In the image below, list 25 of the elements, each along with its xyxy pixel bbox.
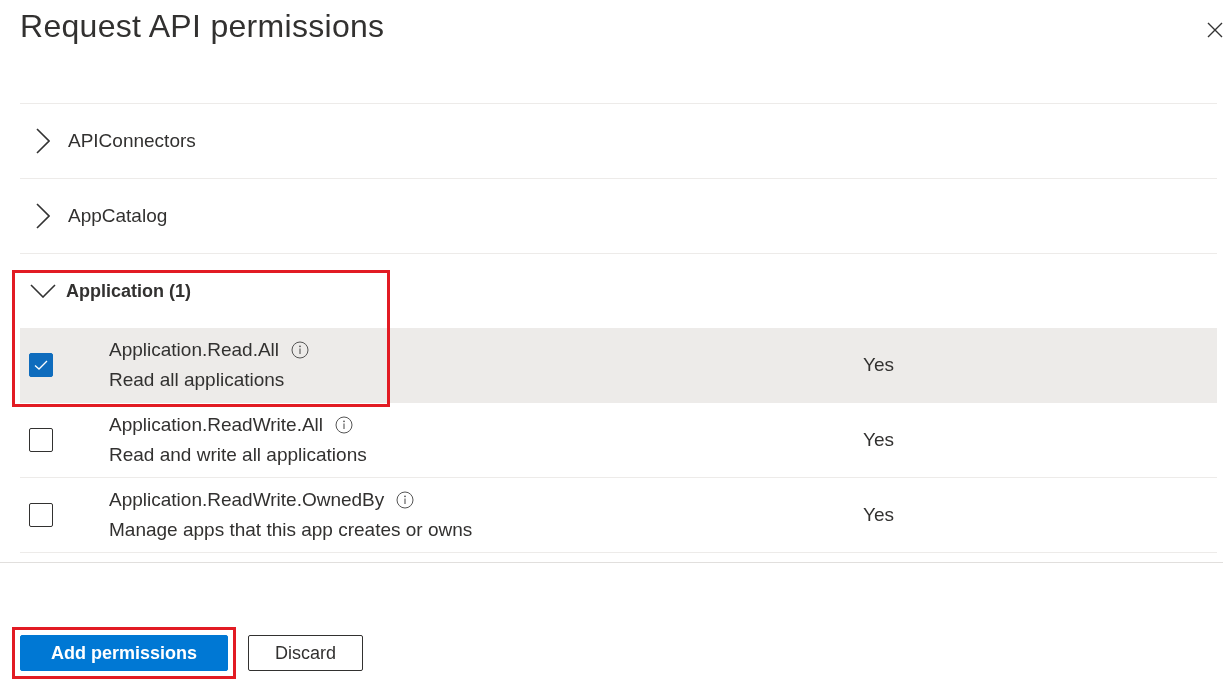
info-icon[interactable] (396, 491, 415, 509)
checkbox[interactable] (29, 503, 53, 527)
info-icon[interactable] (291, 341, 310, 359)
permission-name: Application.ReadWrite.OwnedBy (109, 489, 385, 511)
admin-consent-value: Yes (863, 429, 894, 451)
admin-consent-value: Yes (863, 504, 894, 526)
group-header[interactable]: APIConnectors (20, 104, 1217, 179)
group-header[interactable]: Application (1) (20, 254, 1217, 328)
permission-description: Manage apps that this app creates or owns (109, 519, 474, 541)
info-icon[interactable] (335, 416, 354, 434)
chevron-down-icon (30, 284, 56, 298)
admin-consent-value: Yes (863, 354, 894, 376)
add-button[interactable]: Add permissions (20, 635, 229, 671)
discard-button[interactable]: Discard (248, 635, 364, 671)
close-icon[interactable] (1207, 22, 1223, 38)
chevron-right-icon (36, 128, 50, 154)
permission-description: Read all applications (109, 369, 286, 391)
checkbox[interactable] (29, 353, 53, 377)
permission-description: Read and write all applications (109, 444, 368, 466)
chevron-right-icon (36, 203, 50, 229)
permission-name: Application.Read.All (109, 339, 280, 361)
checkbox[interactable] (29, 428, 53, 452)
permission-name: Application.ReadWrite.All (109, 414, 324, 436)
panel-title: Request API permissions (20, 8, 385, 45)
group-header[interactable]: AppCatalog (20, 179, 1217, 254)
